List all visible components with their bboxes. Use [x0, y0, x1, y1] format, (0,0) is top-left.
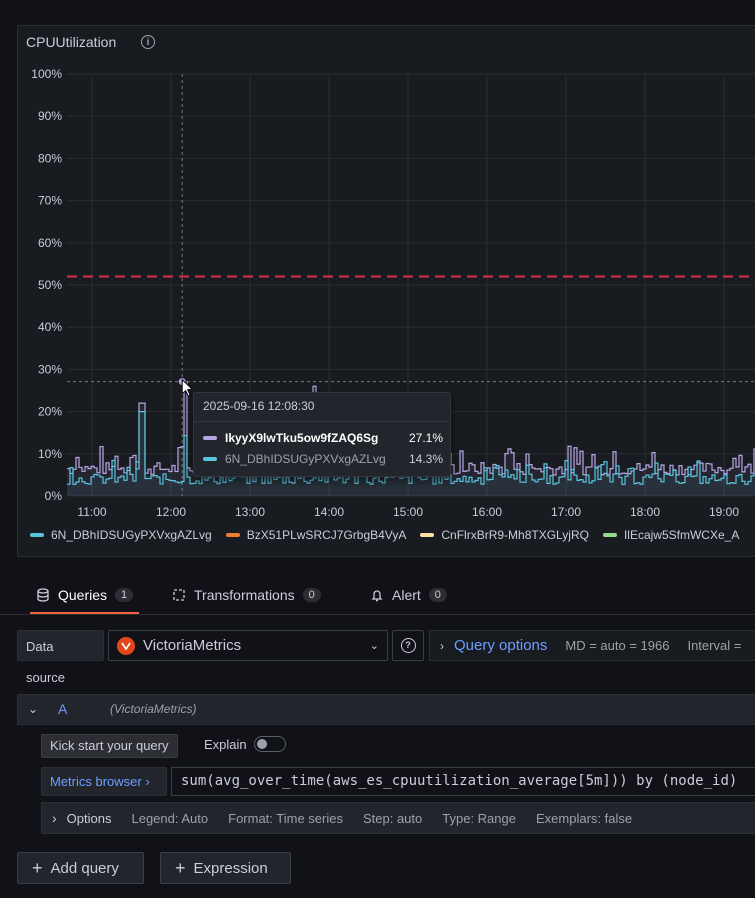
chart-tooltip: 2025-09-16 12:08:30 IkyyX9lwTku5ow9fZAQ6…: [193, 392, 451, 477]
tooltip-divider: [194, 421, 450, 422]
options-label: Options: [66, 810, 112, 826]
tab-label: Queries: [58, 587, 108, 603]
y-tick-label: 0%: [45, 489, 63, 503]
chevron-right-icon: ›: [440, 638, 444, 653]
tooltip-series-name: 6N_DBhIDSUGyPXVxgAZLvg: [225, 452, 386, 466]
query-options-bar[interactable]: › Query options MD = auto = 1966 Interva…: [429, 630, 755, 661]
tab-alert[interactable]: Alert 0: [370, 578, 447, 612]
legend-item[interactable]: BzX51PLwSRCJ7GrbgB4VyA: [225, 528, 407, 542]
tab-label: Transformations: [194, 587, 295, 603]
y-tick-label: 100%: [31, 67, 62, 81]
chevron-down-icon: ⌄: [369, 640, 379, 652]
tab-label: Alert: [392, 587, 421, 603]
y-tick-label: 70%: [38, 194, 62, 208]
query-options-row[interactable]: › Options Legend: Auto Format: Time seri…: [41, 802, 755, 834]
explain-label: Explain: [204, 737, 247, 752]
tooltip-series-name: IkyyX9lwTku5ow9fZAQ6Sg: [225, 431, 379, 445]
chevron-right-icon: ›: [145, 774, 150, 789]
exemplars-option: Exemplars: false: [535, 810, 633, 826]
kick-start-button[interactable]: Kick start your query: [41, 734, 178, 758]
x-tick-label: 16:00: [472, 505, 502, 516]
explain-toggle[interactable]: [254, 736, 286, 752]
options-toggle[interactable]: › Options: [52, 810, 111, 826]
y-tick-label: 60%: [38, 236, 62, 250]
datasource-picker[interactable]: VictoriaMetrics ⌄: [108, 630, 388, 661]
x-tick-label: 14:00: [314, 505, 344, 516]
query-options-md: MD = auto = 1966: [565, 638, 670, 653]
toggle-knob: [257, 739, 267, 749]
add-expression-button[interactable]: + Expression: [160, 852, 291, 884]
plus-icon: +: [32, 858, 43, 878]
legend-swatch: [602, 533, 617, 537]
datasource-label: Data source: [17, 630, 104, 685]
legend-swatch: [420, 533, 435, 537]
tab-transformations[interactable]: Transformations 0: [172, 578, 321, 612]
expression-label: Expression: [193, 859, 268, 877]
legend-label: IlEcajw5SfmWCXe_A: [623, 528, 740, 542]
y-tick-label: 20%: [38, 405, 62, 419]
y-tick-label: 30%: [38, 362, 62, 376]
legend-label: 6N_DBhIDSUGyPXVxgAZLvg: [51, 528, 212, 542]
tab-count-badge: 1: [115, 588, 134, 602]
cpu-panel: CPUUtilization i 100% 90% 80% 70% 60% 50% 40% 3…: [17, 25, 755, 557]
victoriametrics-logo-icon: [117, 636, 135, 655]
legend-item[interactable]: IlEcajw5SfmWCXe_A: [602, 528, 740, 542]
add-query-button[interactable]: + Add query: [17, 852, 144, 884]
database-icon: [37, 588, 49, 602]
metrics-browser-button[interactable]: Metrics browser ›: [41, 767, 167, 796]
query-options-interval: Interval =: [687, 638, 742, 653]
transform-icon: [173, 589, 185, 601]
plus-icon: +: [175, 858, 186, 878]
tab-queries[interactable]: Queries 1: [30, 578, 140, 614]
legend-option: Legend: Auto: [131, 810, 209, 826]
x-tick-label: 12:00: [156, 505, 186, 516]
chevron-right-icon: ›: [52, 810, 57, 826]
query-ref-name[interactable]: A: [58, 701, 67, 717]
x-tick-label: 19:00: [709, 505, 739, 516]
tooltip-swatch: [203, 436, 217, 440]
query-datasource-name: (VictoriaMetrics): [110, 702, 197, 716]
query-expression-text: sum(avg_over_time(aws_es_cpuutilization_…: [181, 773, 738, 789]
query-options-title[interactable]: Query options: [454, 637, 547, 654]
step-option: Step: auto: [362, 810, 423, 826]
tab-count-badge: 0: [428, 588, 447, 602]
datasource-help-button[interactable]: ?: [392, 630, 424, 661]
type-option: Type: Range: [442, 810, 516, 826]
query-row-header[interactable]: ⌄ A (VictoriaMetrics): [17, 694, 755, 725]
tab-count-badge: 0: [302, 588, 321, 602]
add-query-label: Add query: [50, 859, 119, 877]
y-tick-label: 80%: [38, 151, 62, 165]
tooltip-swatch: [203, 457, 217, 461]
x-tick-label: 17:00: [551, 505, 581, 516]
legend-swatch: [225, 533, 240, 537]
tooltip-row: IkyyX9lwTku5ow9fZAQ6Sg 27.1%: [203, 431, 443, 445]
tooltip-series-value: 14.3%: [408, 452, 443, 466]
y-tick-label: 10%: [38, 447, 62, 461]
y-tick-label: 90%: [38, 109, 62, 123]
query-expression-input[interactable]: sum(avg_over_time(aws_es_cpuutilization_…: [171, 767, 755, 796]
chevron-down-icon[interactable]: ⌄: [28, 702, 38, 716]
y-tick-label: 40%: [38, 320, 62, 334]
legend-item[interactable]: 6N_DBhIDSUGyPXVxgAZLvg: [30, 528, 212, 542]
legend-label: BzX51PLwSRCJ7GrbgB4VyA: [246, 528, 407, 542]
legend-label: CnFlrxBrR9-Mh8TXGLyjRQ: [441, 528, 589, 542]
bell-icon: [371, 590, 383, 602]
tooltip-time: 2025-09-16 12:08:30: [203, 399, 315, 413]
tooltip-row: 6N_DBhIDSUGyPXVxgAZLvg 14.3%: [203, 452, 443, 466]
y-tick-label: 50%: [38, 278, 62, 292]
editor-tabs: Queries 1 Transformations 0 Alert 0: [0, 578, 755, 615]
legend: 6N_DBhIDSUGyPXVxgAZLvg BzX51PLwSRCJ7GrbgB…: [30, 528, 739, 542]
x-tick-label: 11:00: [77, 505, 106, 516]
legend-swatch: [30, 533, 44, 537]
legend-item[interactable]: CnFlrxBrR9-Mh8TXGLyjRQ: [420, 528, 589, 542]
x-tick-label: 15:00: [393, 505, 423, 516]
question-circle-icon: ?: [400, 638, 416, 653]
x-tick-label: 18:00: [630, 505, 660, 516]
format-option: Format: Time series: [228, 810, 343, 826]
x-tick-label: 13:00: [235, 505, 265, 516]
datasource-name: VictoriaMetrics: [143, 637, 242, 654]
tooltip-series-value: 27.1%: [408, 431, 443, 445]
metrics-browser-label: Metrics browser: [50, 774, 142, 789]
